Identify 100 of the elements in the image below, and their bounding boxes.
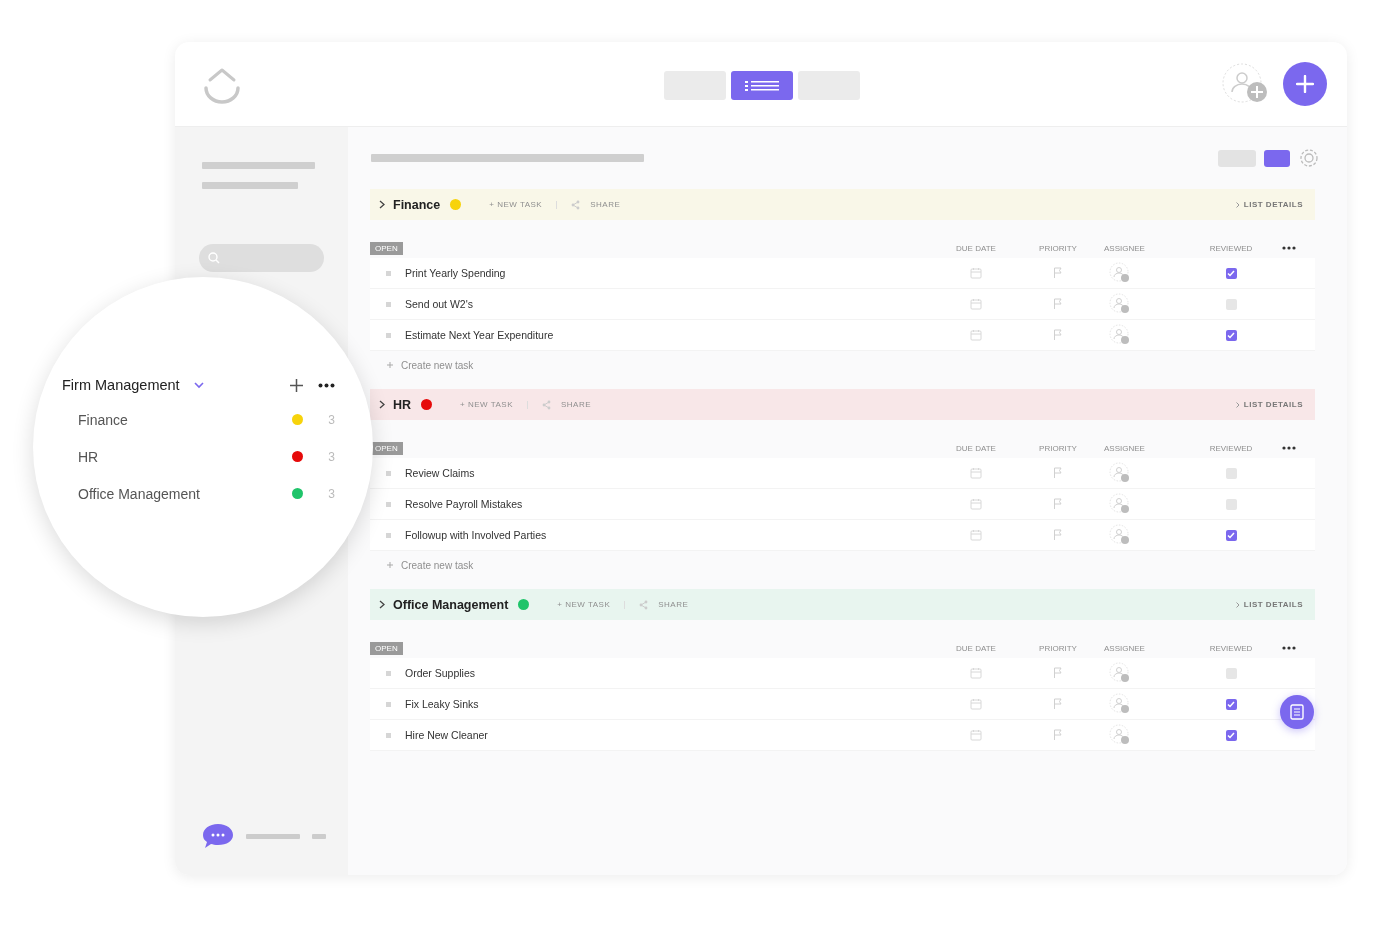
add-button[interactable] (1283, 62, 1327, 106)
bullet-icon (386, 501, 391, 507)
flag-icon[interactable] (1053, 298, 1063, 310)
task-row[interactable]: Order Supplies (370, 658, 1315, 689)
settings-icon[interactable] (1298, 147, 1320, 169)
sidebar-item[interactable]: Finance 3 (62, 401, 335, 438)
assignee-icon[interactable] (1109, 493, 1131, 515)
checkbox[interactable] (1225, 729, 1237, 741)
task-row[interactable]: Send out W2's (370, 289, 1315, 320)
flag-icon[interactable] (1053, 529, 1063, 541)
task-name[interactable]: Order Supplies (405, 667, 476, 679)
checkbox[interactable] (1225, 698, 1237, 710)
more-icon[interactable] (318, 382, 335, 388)
task-name[interactable]: Hire New Cleaner (405, 729, 488, 741)
list-details-link[interactable]: LIST DETAILS (1243, 400, 1303, 409)
chat-bubble-icon[interactable] (202, 823, 234, 849)
list-title[interactable]: HR (393, 397, 412, 412)
bullet-icon (386, 270, 391, 276)
flag-icon[interactable] (1053, 698, 1063, 710)
task-row[interactable]: Fix Leaky Sinks (370, 689, 1315, 720)
bullet-icon (386, 670, 391, 676)
status-label: OPEN (370, 441, 403, 455)
task-row[interactable]: Resolve Payroll Mistakes (370, 489, 1315, 520)
calendar-icon[interactable] (970, 698, 982, 710)
task-row[interactable]: Followup with Involved Parties (370, 520, 1315, 551)
checkbox[interactable] (1225, 267, 1237, 279)
assignee-icon[interactable] (1109, 662, 1131, 684)
task-name[interactable]: Review Claims (405, 467, 475, 479)
plus-icon (387, 362, 393, 368)
chevron-icon[interactable] (379, 600, 385, 609)
plus-icon[interactable] (290, 378, 303, 392)
more-icon[interactable] (1282, 246, 1296, 250)
folder-title[interactable]: Firm Management (62, 377, 180, 393)
list-icon (745, 79, 779, 92)
search-field[interactable] (199, 244, 324, 272)
status-label: OPEN (370, 641, 403, 655)
flag-icon[interactable] (1053, 467, 1063, 479)
column-header: ASSIGNEE (1104, 243, 1145, 253)
share-icon (542, 399, 551, 410)
checkbox[interactable] (1225, 298, 1237, 310)
assignee-icon[interactable] (1109, 324, 1131, 346)
task-name[interactable]: Fix Leaky Sinks (405, 698, 479, 710)
calendar-icon[interactable] (970, 529, 982, 541)
chevron-icon[interactable] (379, 400, 385, 409)
chevron-down-icon[interactable] (193, 381, 204, 389)
assignee-icon[interactable] (1109, 724, 1131, 746)
bullet-icon (386, 332, 391, 338)
search-icon (208, 252, 220, 264)
flag-icon[interactable] (1053, 667, 1063, 679)
checkbox[interactable] (1225, 667, 1237, 679)
layout-toggle[interactable] (1218, 149, 1256, 167)
calendar-icon[interactable] (970, 729, 982, 741)
more-icon[interactable] (1282, 446, 1296, 450)
assignee-icon[interactable] (1109, 462, 1131, 484)
flag-icon[interactable] (1053, 329, 1063, 341)
calendar-icon[interactable] (970, 329, 982, 341)
checkbox[interactable] (1225, 467, 1237, 479)
share-icon (571, 199, 581, 210)
chevron-icon (1235, 201, 1240, 208)
list-title[interactable]: Office Management (393, 597, 509, 612)
list-title[interactable]: Finance (393, 197, 441, 212)
task-name[interactable]: Print Yearly Spending (405, 267, 506, 279)
flag-icon[interactable] (1053, 267, 1063, 279)
sidebar-item[interactable]: Office Management 3 (62, 475, 335, 512)
checkbox[interactable] (1225, 529, 1237, 541)
bullet-icon (386, 532, 391, 538)
calendar-icon[interactable] (970, 498, 982, 510)
task-row[interactable]: Estimate Next Year Expenditure (370, 320, 1315, 351)
calendar-icon[interactable] (970, 667, 982, 679)
assignee-icon[interactable] (1109, 693, 1131, 715)
document-icon (1290, 704, 1304, 720)
list-details-link[interactable]: LIST DETAILS (1243, 600, 1303, 609)
task-name[interactable]: Estimate Next Year Expenditure (405, 329, 554, 341)
task-name[interactable]: Followup with Involved Parties (405, 529, 547, 541)
flag-icon[interactable] (1053, 498, 1063, 510)
checkbox[interactable] (1225, 329, 1237, 341)
more-icon[interactable] (1282, 646, 1296, 650)
assignee-icon[interactable] (1109, 524, 1131, 546)
bullet-icon (386, 470, 391, 476)
task-row[interactable]: Hire New Cleaner (370, 720, 1315, 751)
checkbox[interactable] (1225, 498, 1237, 510)
assignee-icon[interactable] (1109, 293, 1131, 315)
plus-icon (387, 562, 393, 568)
task-row[interactable]: Print Yearly Spending (370, 258, 1315, 289)
calendar-icon[interactable] (970, 298, 982, 310)
calendar-icon[interactable] (970, 267, 982, 279)
chevron-icon (1235, 401, 1240, 408)
list-details-link[interactable]: LIST DETAILS (1243, 200, 1303, 209)
assignee-icon[interactable] (1109, 262, 1131, 284)
calendar-icon[interactable] (970, 467, 982, 479)
layout-toggle[interactable] (1264, 149, 1290, 167)
chevron-icon[interactable] (379, 200, 385, 209)
task-row[interactable]: Review Claims (370, 458, 1315, 489)
flag-icon[interactable] (1053, 729, 1063, 741)
placeholder-bar (312, 833, 326, 839)
sidebar-item[interactable]: HR 3 (62, 438, 335, 475)
chevron-icon (1235, 601, 1240, 608)
task-name[interactable]: Send out W2's (405, 298, 473, 310)
view-tab[interactable] (731, 71, 793, 100)
task-name[interactable]: Resolve Payroll Mistakes (405, 498, 523, 510)
